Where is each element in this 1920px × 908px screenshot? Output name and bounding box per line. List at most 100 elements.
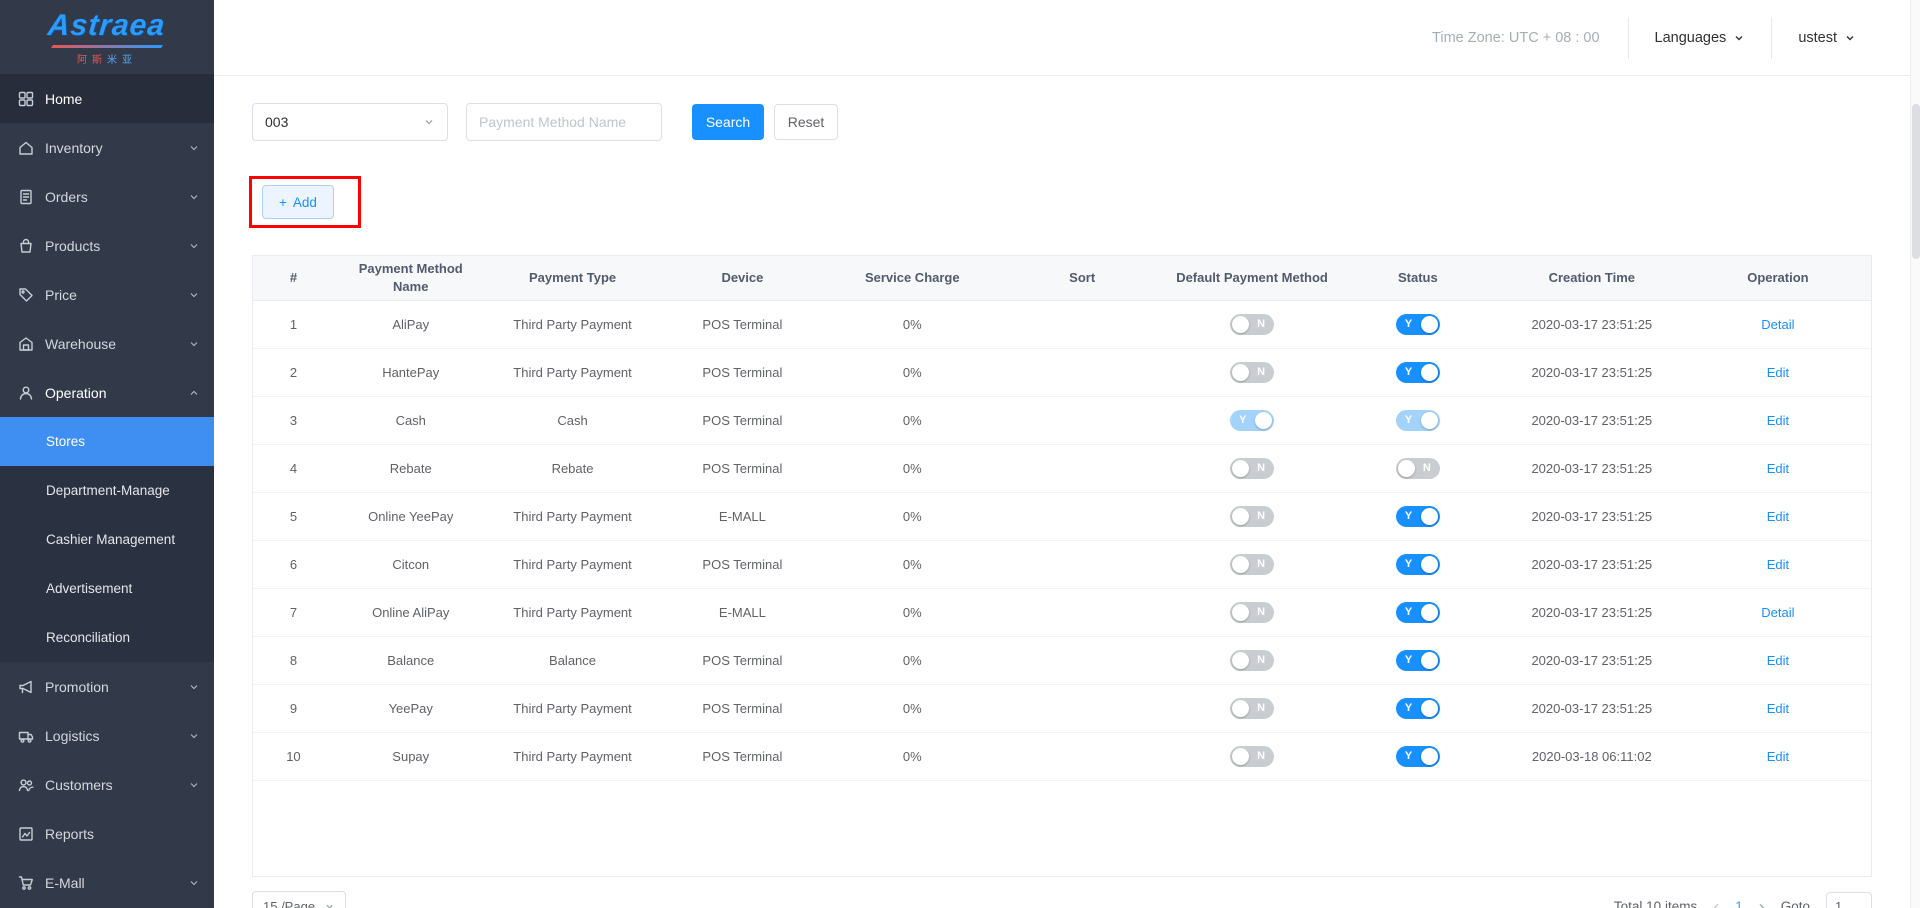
sidebar-item-logistics[interactable]: Logistics	[0, 711, 214, 760]
row-index: 10	[253, 732, 334, 780]
sidebar-item-reports[interactable]: Reports	[0, 809, 214, 858]
creation-time: 2020-03-17 23:51:25	[1499, 300, 1685, 348]
add-row: + Add	[252, 185, 1872, 229]
sidebar-item-label: Logistics	[45, 728, 99, 744]
toggle-label: Y	[1405, 506, 1412, 527]
default-payment-toggle[interactable]: N	[1230, 698, 1274, 719]
chevron-down-icon	[188, 142, 200, 154]
sidebar-item-label: Reports	[45, 826, 94, 842]
sidebar: Astraea 阿斯米亚 HomeInventoryOrdersProducts…	[0, 0, 214, 908]
operation-link[interactable]: Edit	[1767, 557, 1789, 572]
sidebar-item-operation[interactable]: Operation	[0, 368, 214, 417]
sidebar-subitem-label: Advertisement	[46, 581, 132, 596]
vertical-scrollbar[interactable]	[1910, 0, 1920, 908]
column-header: Sort	[997, 256, 1167, 300]
status-toggle[interactable]: Y	[1396, 506, 1440, 527]
chevron-down-icon	[188, 240, 200, 252]
default-payment-toggle[interactable]: N	[1230, 602, 1274, 623]
add-button[interactable]: + Add	[262, 185, 334, 219]
operation-link[interactable]: Detail	[1761, 605, 1794, 620]
default-payment-toggle[interactable]: N	[1230, 746, 1274, 767]
default-payment-toggle[interactable]: N	[1230, 362, 1274, 383]
sidebar-item-products[interactable]: Products	[0, 221, 214, 270]
sort	[997, 636, 1167, 684]
toggle-knob	[1232, 556, 1249, 573]
sidebar-subitem-stores[interactable]: Stores	[0, 417, 214, 466]
next-page-icon[interactable]: ›	[1759, 898, 1765, 908]
operation-link[interactable]: Edit	[1767, 653, 1789, 668]
page-size-select[interactable]: 15 /Page	[252, 891, 346, 908]
status-toggle[interactable]: Y	[1396, 698, 1440, 719]
prev-page-icon[interactable]: ‹	[1713, 898, 1719, 908]
sort	[997, 492, 1167, 540]
default-payment-toggle[interactable]: N	[1230, 506, 1274, 527]
toggle-knob	[1421, 604, 1438, 621]
sidebar-item-warehouse[interactable]: Warehouse	[0, 319, 214, 368]
toggle-knob	[1232, 604, 1249, 621]
status-toggle[interactable]: N	[1396, 458, 1440, 479]
payment-method-name: Supay	[334, 732, 488, 780]
toggle-knob	[1421, 316, 1438, 333]
status-toggle[interactable]: Y	[1396, 554, 1440, 575]
sidebar-item-orders[interactable]: Orders	[0, 172, 214, 221]
device: POS Terminal	[657, 540, 827, 588]
operation-link[interactable]: Edit	[1767, 509, 1789, 524]
table-row: 9YeePayThird Party PaymentPOS Terminal0%…	[253, 684, 1871, 732]
row-index: 4	[253, 444, 334, 492]
sidebar-subitem-department-manage[interactable]: Department-Manage	[0, 466, 214, 515]
toggle-label: Y	[1405, 362, 1412, 383]
scrollbar-thumb[interactable]	[1912, 104, 1920, 259]
reset-button[interactable]: Reset	[774, 104, 838, 140]
languages-menu[interactable]: Languages	[1628, 17, 1772, 59]
sidebar-item-promotion[interactable]: Promotion	[0, 662, 214, 711]
creation-time: 2020-03-18 06:11:02	[1499, 732, 1685, 780]
sidebar-subitem-cashier-management[interactable]: Cashier Management	[0, 515, 214, 564]
payment-method-name-input[interactable]	[466, 103, 662, 141]
default-payment-toggle[interactable]: N	[1230, 650, 1274, 671]
default-payment-toggle: Y	[1230, 410, 1274, 431]
brand-subtitle: 阿斯米亚	[77, 51, 137, 66]
page-size-value: 15 /Page	[263, 899, 315, 908]
payment-method-name: AliPay	[334, 300, 488, 348]
sidebar-item-e-mall[interactable]: E-Mall	[0, 858, 214, 907]
creation-time: 2020-03-17 23:51:25	[1499, 684, 1685, 732]
current-page[interactable]: 1	[1735, 899, 1743, 908]
table-row: 10SupayThird Party PaymentPOS Terminal0%…	[253, 732, 1871, 780]
store-select[interactable]: 003	[252, 103, 448, 141]
sidebar-item-inventory[interactable]: Inventory	[0, 123, 214, 172]
operation-link[interactable]: Edit	[1767, 413, 1789, 428]
sidebar-subitem-reconciliation[interactable]: Reconciliation	[0, 613, 214, 662]
toggle-label: Y	[1405, 314, 1412, 335]
sidebar-item-price[interactable]: Price	[0, 270, 214, 319]
default-payment-toggle[interactable]: N	[1230, 314, 1274, 335]
payment-type: Third Party Payment	[488, 732, 658, 780]
default-payment-toggle[interactable]: N	[1230, 554, 1274, 575]
search-button[interactable]: Search	[692, 104, 764, 140]
user-menu[interactable]: ustest	[1771, 17, 1860, 59]
operation-link[interactable]: Edit	[1767, 461, 1789, 476]
operation-link[interactable]: Edit	[1767, 365, 1789, 380]
status-toggle[interactable]: Y	[1396, 650, 1440, 671]
device: POS Terminal	[657, 396, 827, 444]
toggle-label: N	[1423, 458, 1431, 479]
status-toggle[interactable]: Y	[1396, 314, 1440, 335]
status-toggle[interactable]: Y	[1396, 746, 1440, 767]
default-payment-toggle[interactable]: N	[1230, 458, 1274, 479]
toggle-knob	[1421, 556, 1438, 573]
operation-link[interactable]: Detail	[1761, 317, 1794, 332]
sidebar-subitem-advertisement[interactable]: Advertisement	[0, 564, 214, 613]
sidebar-item-customers[interactable]: Customers	[0, 760, 214, 809]
device: E-MALL	[657, 588, 827, 636]
operation-link[interactable]: Edit	[1767, 749, 1789, 764]
status-toggle[interactable]: Y	[1396, 602, 1440, 623]
goto-page-input[interactable]	[1826, 892, 1872, 908]
operation-link[interactable]: Edit	[1767, 701, 1789, 716]
payment-method-name: YeePay	[334, 684, 488, 732]
chevron-down-icon	[188, 779, 200, 791]
payment-method-name: Rebate	[334, 444, 488, 492]
toggle-label: Y	[1239, 410, 1246, 431]
status-toggle[interactable]: Y	[1396, 362, 1440, 383]
toggle-label: N	[1257, 362, 1265, 383]
chevron-down-icon	[188, 191, 200, 203]
sidebar-item-home[interactable]: Home	[0, 74, 214, 123]
